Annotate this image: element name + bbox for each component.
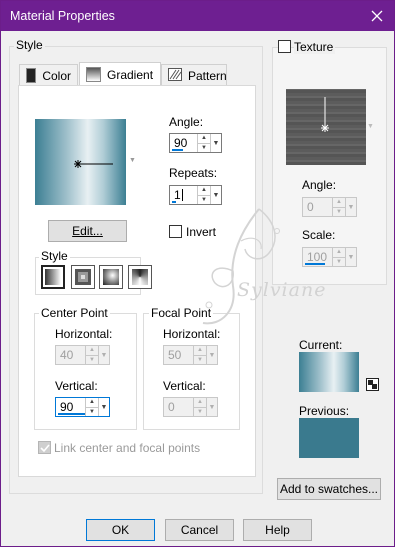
texture-checkbox[interactable] — [278, 40, 291, 53]
repeats-value: 1 — [174, 188, 181, 202]
current-label: Current: — [299, 338, 343, 352]
focal-horizontal-up-icon[interactable]: ▲ — [194, 346, 206, 355]
window-title: Material Properties — [10, 9, 115, 23]
watermark-flourish-icon — [202, 208, 280, 325]
previous-label: Previous: — [299, 404, 350, 418]
angle-up-icon[interactable]: ▲ — [198, 134, 210, 143]
focal-vertical-label: Vertical: — [163, 379, 206, 393]
center-horizontal-value: 40 — [60, 348, 74, 362]
add-to-swatches-label: Add to swatches... — [279, 482, 379, 496]
angle-down-icon[interactable]: ▼ — [198, 142, 210, 153]
focal-vertical-value: 0 — [168, 400, 175, 414]
style-group-label: Style — [14, 38, 45, 52]
angle-value: 90 — [174, 136, 188, 150]
current-swatch[interactable] — [299, 352, 359, 392]
center-horizontal-up-icon[interactable]: ▲ — [86, 346, 98, 355]
link-points-checkbox[interactable] — [38, 441, 51, 454]
radial-gradient-icon[interactable] — [128, 265, 152, 289]
ok-button[interactable]: OK — [86, 519, 155, 541]
tab-color[interactable]: Color — [19, 64, 78, 86]
focal-horizontal-spinner[interactable]: 50 ▲ ▼ ▼ — [163, 345, 218, 365]
texture-label[interactable]: Texture — [294, 40, 336, 54]
center-vertical-down-icon[interactable]: ▼ — [86, 406, 98, 417]
previous-swatch[interactable] — [299, 418, 359, 458]
gradient-preview[interactable] — [35, 119, 126, 205]
tab-color-label: Color — [42, 68, 71, 83]
swap-colors-icon[interactable] — [366, 378, 379, 391]
repeats-label: Repeats: — [169, 166, 218, 180]
title-bar: Material Properties — [1, 1, 394, 31]
focal-vertical-up-icon[interactable]: ▲ — [194, 398, 206, 407]
focal-horizontal-down-icon[interactable]: ▼ — [194, 354, 206, 365]
focal-vertical-dropdown-icon[interactable]: ▼ — [206, 398, 217, 416]
texture-scale-dropdown-icon[interactable]: ▼ — [345, 248, 356, 266]
color-swatch-icon — [26, 68, 37, 83]
texture-angle-dropdown-icon[interactable]: ▼ — [345, 198, 356, 216]
edit-button-label: Edit... — [72, 224, 103, 238]
texture-angle-handle[interactable] — [320, 97, 330, 133]
focal-horizontal-value: 50 — [168, 348, 182, 362]
tab-pattern[interactable]: Pattern — [161, 64, 227, 86]
center-point-label: Center Point — [39, 306, 110, 320]
rectangular-gradient-icon[interactable] — [71, 265, 95, 289]
center-horizontal-dropdown-icon[interactable]: ▼ — [98, 346, 109, 364]
add-to-swatches-button[interactable]: Add to swatches... — [277, 478, 381, 500]
center-vertical-value: 90 — [60, 400, 74, 414]
checkmark-icon — [40, 444, 50, 453]
watermark-text: Sylviane — [237, 279, 327, 301]
center-horizontal-down-icon[interactable]: ▼ — [86, 354, 98, 365]
focal-horizontal-dropdown-icon[interactable]: ▼ — [206, 346, 217, 364]
tab-gradient[interactable]: Gradient — [79, 62, 161, 86]
texture-angle-up-icon[interactable]: ▲ — [333, 198, 345, 207]
focal-vertical-spinner[interactable]: 0 ▲ ▼ ▼ — [163, 397, 218, 417]
angle-label: Angle: — [169, 115, 204, 129]
sunburst-gradient-icon[interactable] — [99, 265, 123, 289]
help-button-label: Help — [265, 523, 290, 537]
angle-spinner[interactable]: 90 ▲ ▼ ▼ — [169, 133, 222, 153]
edit-button[interactable]: Edit... — [48, 220, 127, 242]
center-vertical-spinner[interactable]: 90 ▲ ▼ ▼ — [55, 397, 110, 417]
texture-preview[interactable] — [286, 89, 366, 165]
gradient-icon — [86, 67, 101, 82]
pattern-icon — [168, 67, 182, 84]
linear-gradient-icon[interactable] — [41, 265, 65, 289]
tab-gradient-label: Gradient — [107, 67, 154, 82]
angle-dropdown-icon[interactable]: ▼ — [210, 134, 221, 152]
gradient-angle-handle[interactable] — [73, 159, 115, 169]
texture-angle-down-icon[interactable]: ▼ — [333, 206, 345, 217]
gradient-style-label: Style — [39, 249, 70, 263]
ok-button-label: OK — [111, 523, 130, 537]
tab-pattern-label: Pattern — [188, 68, 227, 83]
close-icon[interactable] — [366, 5, 388, 27]
texture-dropdown-icon[interactable]: ▼ — [367, 123, 374, 130]
link-points-label[interactable]: Link center and focal points — [54, 441, 200, 455]
help-button[interactable]: Help — [243, 519, 312, 541]
focal-vertical-down-icon[interactable]: ▼ — [194, 406, 206, 417]
center-vertical-up-icon[interactable]: ▲ — [86, 398, 98, 407]
center-vertical-dropdown-icon[interactable]: ▼ — [98, 398, 109, 416]
center-vertical-label: Vertical: — [55, 379, 98, 393]
texture-scale-up-icon[interactable]: ▲ — [333, 248, 345, 257]
repeats-up-icon[interactable]: ▲ — [198, 186, 210, 195]
texture-angle-label: Angle: — [302, 178, 337, 192]
material-properties-dialog: Material Properties Style Color Gradient… — [0, 0, 395, 547]
center-horizontal-spinner[interactable]: 40 ▲ ▼ ▼ — [55, 345, 110, 365]
cancel-button[interactable]: Cancel — [165, 519, 234, 541]
center-horizontal-label: Horizontal: — [55, 327, 113, 341]
cancel-button-label: Cancel — [180, 523, 219, 537]
gradient-dropdown-icon[interactable]: ▼ — [129, 157, 136, 164]
texture-scale-down-icon[interactable]: ▼ — [333, 256, 345, 267]
